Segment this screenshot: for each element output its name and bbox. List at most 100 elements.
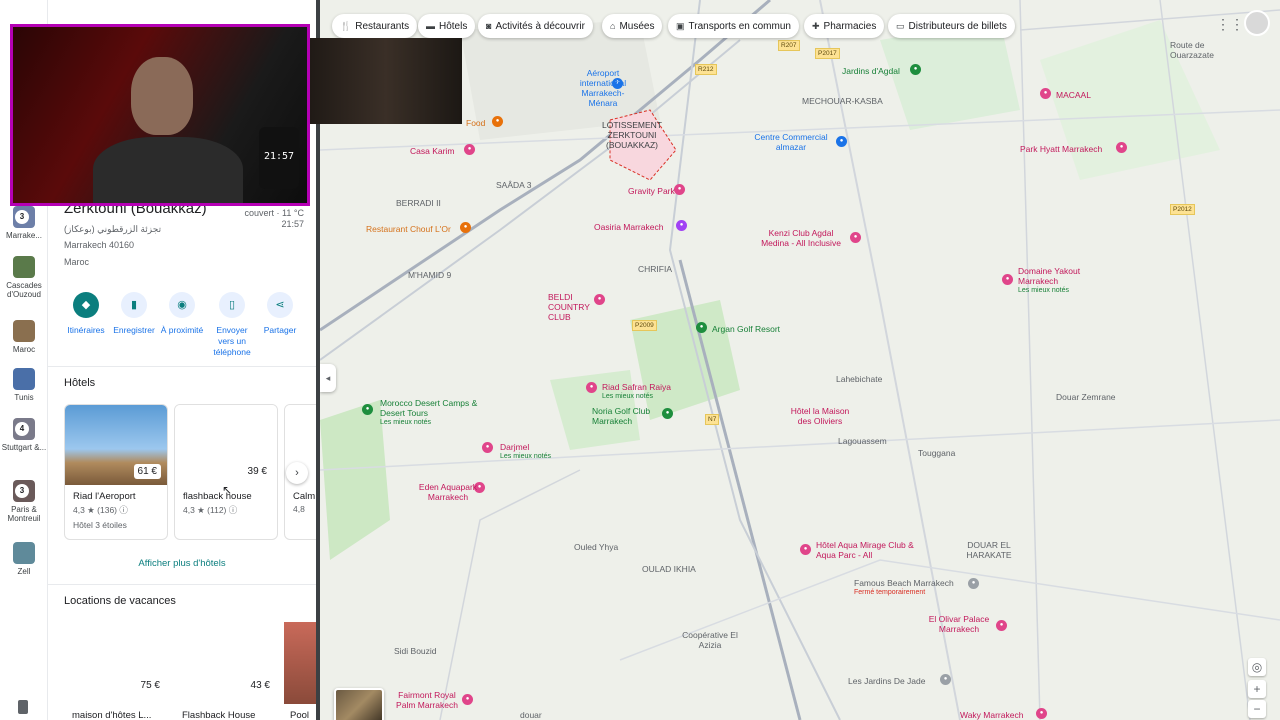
map-label-gravity-park[interactable]: Gravity Park xyxy=(628,186,675,196)
chip-transit[interactable]: ▣ Transports en commun xyxy=(668,14,799,38)
rail-item-ouzoud[interactable]: Cascades d'Ouzoud xyxy=(0,256,48,299)
map-label-darjmel[interactable]: Darjmel Les mieux notés xyxy=(500,442,551,462)
shopping-pin-icon[interactable]: ● xyxy=(836,136,847,147)
map-label-food[interactable]: Food xyxy=(466,118,485,128)
place-pin-icon[interactable]: ● xyxy=(968,578,979,589)
map-label-olivar[interactable]: El Olivar Palace Marrakech xyxy=(924,614,994,634)
hotel-pin-icon[interactable]: ● xyxy=(594,294,605,305)
map-label-zerktouni[interactable]: LOTISSEMENT ZERKTOUNI (BOUAKKAZ) xyxy=(602,120,662,150)
restaurant-pin-icon[interactable]: ● xyxy=(460,222,471,233)
map-label-oliviers[interactable]: Hôtel la Maison des Oliviers xyxy=(784,406,856,426)
map-label-jardins-jade[interactable]: Les Jardins De Jade xyxy=(848,676,926,686)
restaurant-pin-icon[interactable]: ● xyxy=(492,116,503,127)
hotel-card[interactable]: 61 € Riad l'Aeroport 4,3 ★ (136) ⓘ Hôtel… xyxy=(64,404,168,540)
place-arabic-name: تجزئة الزرقطوني (بوعكاز) xyxy=(64,224,162,234)
rail-item-paris[interactable]: 3 Paris & Montreuil xyxy=(0,480,48,523)
chip-hotels[interactable]: ▬ Hôtels xyxy=(418,14,476,38)
hotel-card[interactable]: 39 € flashback house 4,3 ★ (112) ⓘ xyxy=(174,404,278,540)
layers-button[interactable] xyxy=(334,688,384,720)
directions-button[interactable]: ◆ Itinéraires xyxy=(62,292,110,336)
chip-restaurants[interactable]: 🍴 Restaurants xyxy=(332,14,418,38)
zoom-out-button[interactable]: − xyxy=(1248,700,1266,718)
chip-atm[interactable]: ▭ Distributeurs de billets xyxy=(888,14,1015,38)
rental-card[interactable]: Pool xyxy=(284,622,316,720)
apps-grid-icon[interactable]: ⋮⋮ xyxy=(1216,16,1244,33)
hotel-pin-icon[interactable]: ● xyxy=(586,382,597,393)
map-label-fairmont[interactable]: Fairmont Royal Palm Marrakech xyxy=(394,690,460,710)
rail-item-marrakech[interactable]: 3 Marrake... xyxy=(0,206,48,240)
hotel-pin-icon[interactable]: ● xyxy=(800,544,811,555)
rental-name: maison d'hôtes L... xyxy=(72,710,152,720)
zoom-in-button[interactable]: + xyxy=(1248,680,1266,698)
hotel-pin-icon[interactable]: ● xyxy=(1002,274,1013,285)
nearby-button[interactable]: ◉ À proximité xyxy=(158,292,206,336)
map-label-argan[interactable]: Argan Golf Resort xyxy=(712,324,780,334)
send-to-phone-button[interactable]: ▯ Envoyer vers un téléphone xyxy=(208,292,256,358)
rail-item-stuttgart[interactable]: 4 Stuttgart &... xyxy=(0,418,48,452)
hotel-pin-icon[interactable]: ● xyxy=(996,620,1007,631)
desk-clock: 21:57 xyxy=(259,127,299,189)
map-label-chouf-lor[interactable]: Restaurant Chouf L'Or xyxy=(366,224,451,234)
phone-icon: ▯ xyxy=(219,292,245,318)
chip-activities[interactable]: ◙ Activités à découvrir xyxy=(478,14,593,38)
hotel-pin-icon[interactable]: ● xyxy=(1116,142,1127,153)
map-label-macaal[interactable]: MACAAL xyxy=(1056,90,1091,100)
park-pin-icon[interactable]: ● xyxy=(910,64,921,75)
map-label-almazar[interactable]: Centre Commercial almazar xyxy=(750,132,832,152)
avatar[interactable] xyxy=(1244,10,1270,36)
place-country: Maroc xyxy=(64,257,90,267)
map-label-park-hyatt[interactable]: Park Hyatt Marrakech xyxy=(1020,144,1102,154)
share-icon: ⋖ xyxy=(267,292,293,318)
golf-pin-icon[interactable]: ● xyxy=(662,408,673,419)
chip-museums[interactable]: ⌂ Musées xyxy=(602,14,663,38)
hotel-name: Riad l'Aeroport xyxy=(73,491,136,502)
hotel-pin-icon[interactable]: ● xyxy=(674,184,685,195)
rail-item-zell[interactable]: Zell xyxy=(0,542,48,576)
map-label-desert-camps[interactable]: Morocco Desert Camps & Desert Tours Les m… xyxy=(380,398,480,428)
camp-pin-icon[interactable]: ● xyxy=(362,404,373,415)
hotel-pin-icon[interactable]: ● xyxy=(482,442,493,453)
map-label-beldi[interactable]: BELDI COUNTRY CLUB xyxy=(548,292,594,322)
save-button[interactable]: ▮ Enregistrer xyxy=(110,292,158,336)
map-label-safran[interactable]: Riad Safran Raiya Les mieux notés xyxy=(602,382,671,402)
map-label-eden[interactable]: Eden Aquapark Marrakech xyxy=(416,482,480,502)
place-pin-icon[interactable]: ● xyxy=(940,674,951,685)
rail-item-label: Stuttgart &... xyxy=(1,443,47,452)
map-label-famous-beach[interactable]: Famous Beach Marrakech Fermé temporaireme… xyxy=(854,578,954,598)
map-label-casa-karim[interactable]: Casa Karim xyxy=(410,146,454,156)
collapse-panel-button[interactable]: ◂ xyxy=(320,364,336,392)
hotel-pin-icon[interactable]: ● xyxy=(1036,708,1047,719)
rail-item-maroc[interactable]: Maroc xyxy=(0,320,48,354)
hotel-pin-icon[interactable]: ● xyxy=(464,144,475,155)
my-location-icon[interactable]: ◎ xyxy=(1248,658,1266,676)
device-icon[interactable] xyxy=(18,700,28,714)
hotel-pin-icon[interactable]: ● xyxy=(850,232,861,243)
road-tag: P2017 xyxy=(815,48,840,59)
hotel-rating: 4,3 ★ (136) ⓘ xyxy=(73,505,128,515)
map-label-waky[interactable]: Waky Marrakech xyxy=(960,710,1023,720)
park-pin-icon[interactable]: ● xyxy=(676,220,687,231)
hotel-pin-icon[interactable]: ● xyxy=(462,694,473,705)
map-label-airport[interactable]: Aéroport international Marrakech-Ménara xyxy=(568,68,638,108)
map-label-noria[interactable]: Noria Golf Club Marrakech xyxy=(592,406,660,426)
map-canvas[interactable]: P2017 R212 P2009 R207 P2012 N7 ✈ Aéropor… xyxy=(320,0,1280,720)
rail-item-tunis[interactable]: Tunis xyxy=(0,368,48,402)
map-label-aqua-mirage[interactable]: Hôtel Aqua Mirage Club & Aqua Parc - All xyxy=(816,540,916,560)
map-label-kenzi[interactable]: Kenzi Club Agdal Medina - All Inclusive xyxy=(756,228,846,248)
museum-pin-icon[interactable]: ● xyxy=(1040,88,1051,99)
map-label-chrifia: CHRIFIA xyxy=(638,264,672,274)
share-button[interactable]: ⋖ Partager xyxy=(256,292,304,336)
museum-icon: ⌂ xyxy=(610,21,616,31)
chevron-right-icon[interactable]: › xyxy=(286,462,308,484)
map-label-jardins-agdal[interactable]: Jardins d'Agdal xyxy=(842,66,900,76)
map-label-yakout[interactable]: Domaine Yakout Marrakech Les mieux notés xyxy=(1018,266,1088,296)
map-label-oasiria[interactable]: Oasiria Marrakech xyxy=(594,222,663,232)
golf-pin-icon[interactable]: ● xyxy=(696,322,707,333)
rental-card[interactable]: 43 € Flashback House xyxy=(174,622,278,720)
hotel-image: 61 € xyxy=(65,405,167,485)
hotel-image: 39 € xyxy=(175,405,277,485)
more-hotels-link[interactable]: Afficher plus d'hôtels xyxy=(48,558,316,569)
rental-card[interactable]: 75 € maison d'hôtes L... xyxy=(64,622,168,720)
vacation-section-title: Locations de vacances xyxy=(64,595,176,607)
chip-pharmacies[interactable]: ✚ Pharmacies xyxy=(804,14,885,38)
